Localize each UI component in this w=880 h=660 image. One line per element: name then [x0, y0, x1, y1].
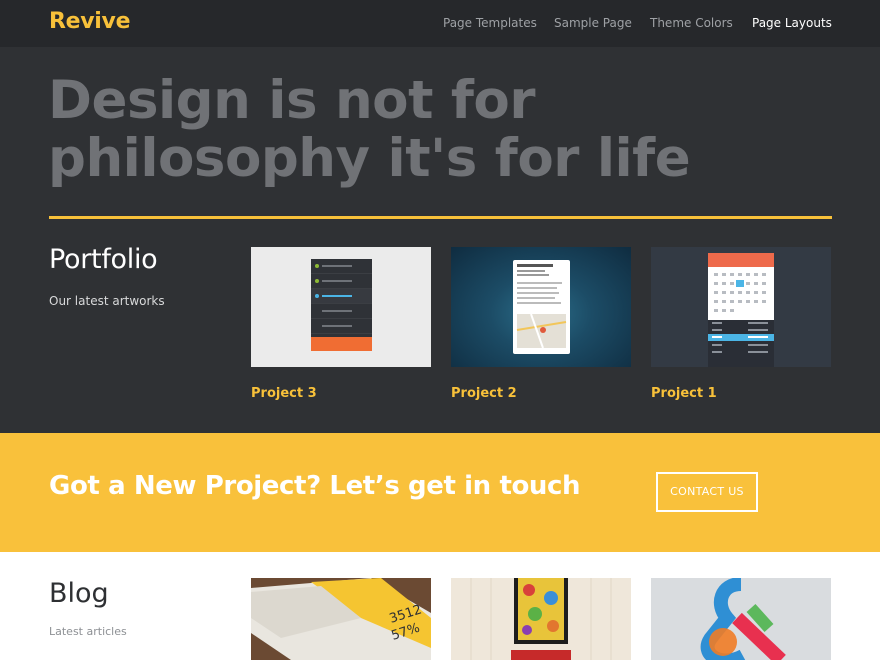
project-1-link[interactable]: Project 1: [651, 386, 717, 401]
brand-logo[interactable]: Revive: [49, 9, 131, 34]
portfolio-title: Portfolio: [49, 244, 158, 275]
project-thumbnail-2[interactable]: [451, 247, 631, 367]
accent-divider: [49, 216, 832, 219]
calendar-map-preview-icon: [516, 264, 567, 349]
calendar-mockup-grid: [708, 267, 774, 320]
blog-post-thumbnail-1[interactable]: 3512 57%: [251, 578, 431, 660]
nav-item-sample-page[interactable]: Sample Page: [554, 16, 632, 30]
top-navbar: [0, 0, 880, 47]
project-thumbnail-3[interactable]: [251, 247, 431, 367]
calendar-list-icon: [708, 320, 774, 353]
project-3-link[interactable]: Project 3: [251, 386, 317, 401]
calendar-mockup-header: [708, 253, 774, 267]
blog-subtitle: Latest articles: [49, 625, 127, 638]
hero-headline-line2: philosophy it's for life: [48, 128, 691, 189]
nav-item-theme-colors[interactable]: Theme Colors: [650, 16, 733, 30]
project-thumbnail-1[interactable]: [651, 247, 831, 367]
nav-item-page-layouts[interactable]: Page Layouts: [752, 16, 832, 30]
hero-headline-line1: Design is not for: [48, 70, 535, 131]
contact-us-button[interactable]: CONTACT US: [656, 472, 758, 512]
cta-text: Got a New Project? Let’s get in touch: [49, 471, 581, 501]
brochure-image: 3512 57%: [251, 578, 431, 660]
menu-mockup-image: [311, 259, 372, 351]
project-2-link[interactable]: Project 2: [451, 386, 517, 401]
blog-post-thumbnail-2[interactable]: [451, 578, 631, 660]
portfolio-subtitle: Our latest artworks: [49, 294, 165, 308]
blog-title: Blog: [49, 578, 109, 609]
map-mockup-image: [513, 260, 570, 354]
framed-art-image: [470, 578, 612, 660]
calendar-grid-icon: [714, 273, 766, 312]
calendar-mockup-list: [708, 320, 774, 367]
ampersand-logo-image: [700, 578, 786, 660]
blog-post-thumbnail-3[interactable]: [651, 578, 831, 660]
nav-item-page-templates[interactable]: Page Templates: [443, 16, 537, 30]
hero-headline: Design is not for philosophy it's for li…: [48, 72, 848, 188]
